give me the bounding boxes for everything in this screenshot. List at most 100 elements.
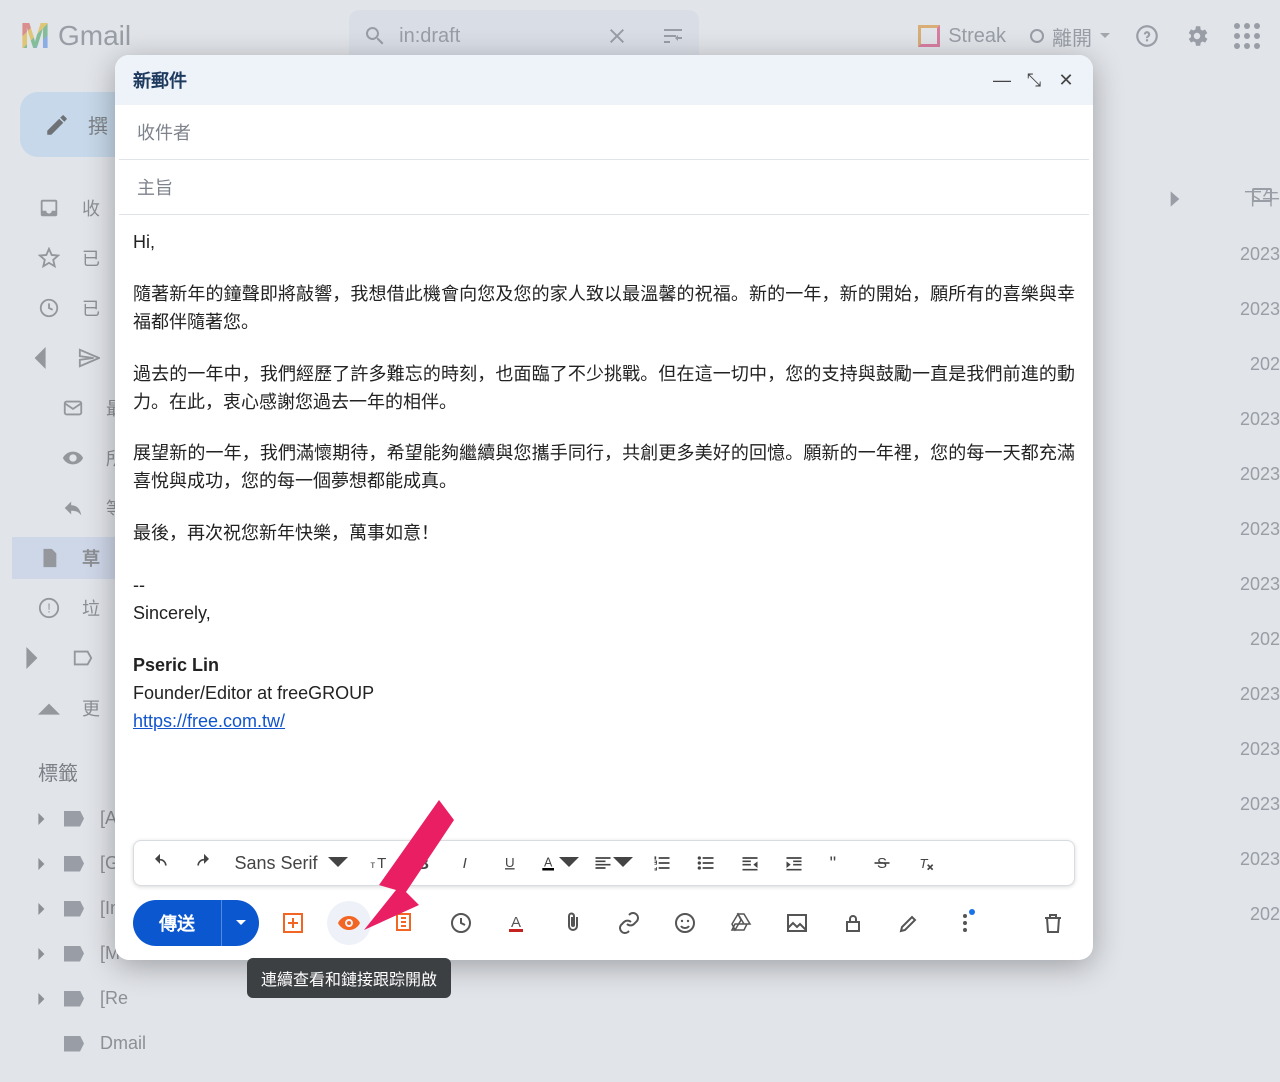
svg-text:T: T: [919, 856, 928, 871]
signature-name: Pseric Lin: [133, 652, 1075, 680]
to-field[interactable]: 收件者: [119, 105, 1089, 160]
chevron-down-icon: [1100, 31, 1110, 41]
italic-icon: I: [456, 853, 476, 873]
signature-link[interactable]: https://free.com.tw/: [133, 711, 285, 731]
sidebar-item-label: 垃: [82, 595, 100, 621]
clock-icon: [449, 911, 473, 935]
remove-formatting-icon: T: [916, 853, 936, 873]
svg-text:A: A: [544, 855, 553, 869]
quote-button[interactable]: ": [816, 843, 860, 883]
timestamp: 2023: [1160, 227, 1280, 282]
undo-button[interactable]: [138, 843, 182, 883]
signature-button[interactable]: [887, 901, 931, 945]
bold-button[interactable]: B: [400, 843, 444, 883]
presence-status[interactable]: 離開: [1030, 22, 1110, 51]
send-options-button[interactable]: [221, 900, 259, 946]
add-to-pipeline-button[interactable]: [271, 901, 315, 945]
align-button[interactable]: [586, 843, 640, 883]
close-icon[interactable]: ✕: [1057, 71, 1075, 89]
body-paragraph: 隨著新年的鐘聲即將敲響，我想借此機會向您及您的家人致以最溫馨的祝福。新的一年，新…: [133, 281, 1075, 337]
label-icon: [72, 647, 94, 669]
svg-text:!: !: [47, 601, 51, 616]
font-size-button[interactable]: тT: [356, 843, 400, 883]
link-button[interactable]: [607, 901, 651, 945]
label-item[interactable]: Dmail: [12, 1025, 260, 1062]
collapse-icon[interactable]: ⤡: [1025, 71, 1043, 89]
timestamp: 2023: [1160, 447, 1280, 502]
presence-label: 離開: [1052, 22, 1092, 51]
image-button[interactable]: [775, 901, 819, 945]
timestamp: 202: [1160, 887, 1280, 942]
clock-icon: [38, 297, 60, 319]
attach-button[interactable]: [551, 901, 595, 945]
compose-dialog: 新郵件 — ⤡ ✕ 收件者 主旨 Hi, 隨著新年的鐘聲即將敲響，我想借此機會向…: [115, 55, 1093, 960]
timestamp: 2023: [1160, 392, 1280, 447]
bullet-list-button[interactable]: [684, 843, 728, 883]
italic-button[interactable]: I: [444, 843, 488, 883]
redo-button[interactable]: [182, 843, 226, 883]
streak-icon: [918, 25, 940, 47]
sidebar-item-label: 收: [82, 195, 100, 221]
send-icon: [78, 347, 100, 369]
text-color-icon: A: [539, 853, 559, 873]
add-box-icon: [281, 911, 305, 935]
strikethrough-button[interactable]: S: [860, 843, 904, 883]
discard-button[interactable]: [1031, 901, 1075, 945]
clear-search-icon[interactable]: [605, 24, 629, 48]
subject-field[interactable]: 主旨: [119, 160, 1089, 215]
chevron-down-icon: [236, 918, 246, 928]
minimize-icon[interactable]: —: [993, 71, 1011, 89]
undo-icon: [150, 853, 170, 873]
send-button[interactable]: 傳送: [133, 900, 221, 946]
align-icon: [593, 853, 613, 873]
drive-button[interactable]: [719, 901, 763, 945]
dialog-title: 新郵件: [133, 67, 187, 93]
timestamp: 2023: [1160, 502, 1280, 557]
settings-gear-icon[interactable]: [1184, 23, 1210, 49]
apps-grid-icon[interactable]: [1234, 23, 1260, 49]
streak-label: Streak: [948, 25, 1006, 48]
notification-dot-icon: [969, 909, 975, 915]
email-body[interactable]: Hi, 隨著新年的鐘聲即將敲響，我想借此機會向您及您的家人致以最溫馨的祝福。新的…: [115, 215, 1093, 840]
eye-icon: [337, 911, 361, 935]
schedule-button[interactable]: [439, 901, 483, 945]
snippets-button[interactable]: [383, 901, 427, 945]
timestamp: 下午: [1160, 172, 1280, 227]
inbox-icon: [38, 197, 60, 219]
sidebar-item-label: 草: [82, 545, 100, 571]
gmail-logo: M Gmail: [20, 15, 131, 57]
body-paragraph: 過去的一年中，我們經歷了許多難忘的時刻，也面臨了不少挑戰。但在這一切中，您的支持…: [133, 361, 1075, 417]
text-color-button[interactable]: A: [532, 843, 586, 883]
reply-icon: [62, 497, 84, 519]
bold-icon: B: [412, 853, 432, 873]
body-paragraph: 展望新的一年，我們滿懷期待，希望能夠繼續與您攜手同行，共創更多美好的回憶。願新的…: [133, 440, 1075, 496]
quote-icon: ": [828, 853, 848, 873]
streak-button[interactable]: Streak: [918, 25, 1006, 48]
search-filters-icon[interactable]: [661, 24, 685, 48]
paperclip-icon: [561, 911, 585, 935]
emoji-button[interactable]: [663, 901, 707, 945]
chevron-right-icon: [36, 993, 48, 1005]
compose-action-row: 傳送 A: [115, 886, 1093, 960]
remove-formatting-button[interactable]: T: [904, 843, 948, 883]
font-select[interactable]: Sans Serif: [226, 853, 356, 874]
signature-separator: --: [133, 572, 1075, 600]
confidential-button[interactable]: [831, 901, 875, 945]
more-options-button[interactable]: [943, 901, 987, 945]
label-item[interactable]: [Re: [12, 980, 260, 1017]
signature-sign: Sincerely,: [133, 600, 1075, 628]
compose-label: 撰: [88, 110, 108, 139]
dialog-header[interactable]: 新郵件 — ⤡ ✕: [115, 55, 1093, 105]
tracking-button[interactable]: [327, 901, 371, 945]
indent-more-button[interactable]: [772, 843, 816, 883]
numbered-list-icon: [652, 853, 672, 873]
underline-button[interactable]: U: [488, 843, 532, 883]
help-icon[interactable]: [1134, 23, 1160, 49]
indent-less-button[interactable]: [728, 843, 772, 883]
sidebar-item-label: 已: [82, 245, 100, 271]
numbered-list-button[interactable]: [640, 843, 684, 883]
strikethrough-icon: S: [872, 853, 892, 873]
mail-icon: [62, 397, 84, 419]
chevron-right-icon: [36, 948, 48, 960]
formatting-toggle-button[interactable]: A: [495, 901, 539, 945]
